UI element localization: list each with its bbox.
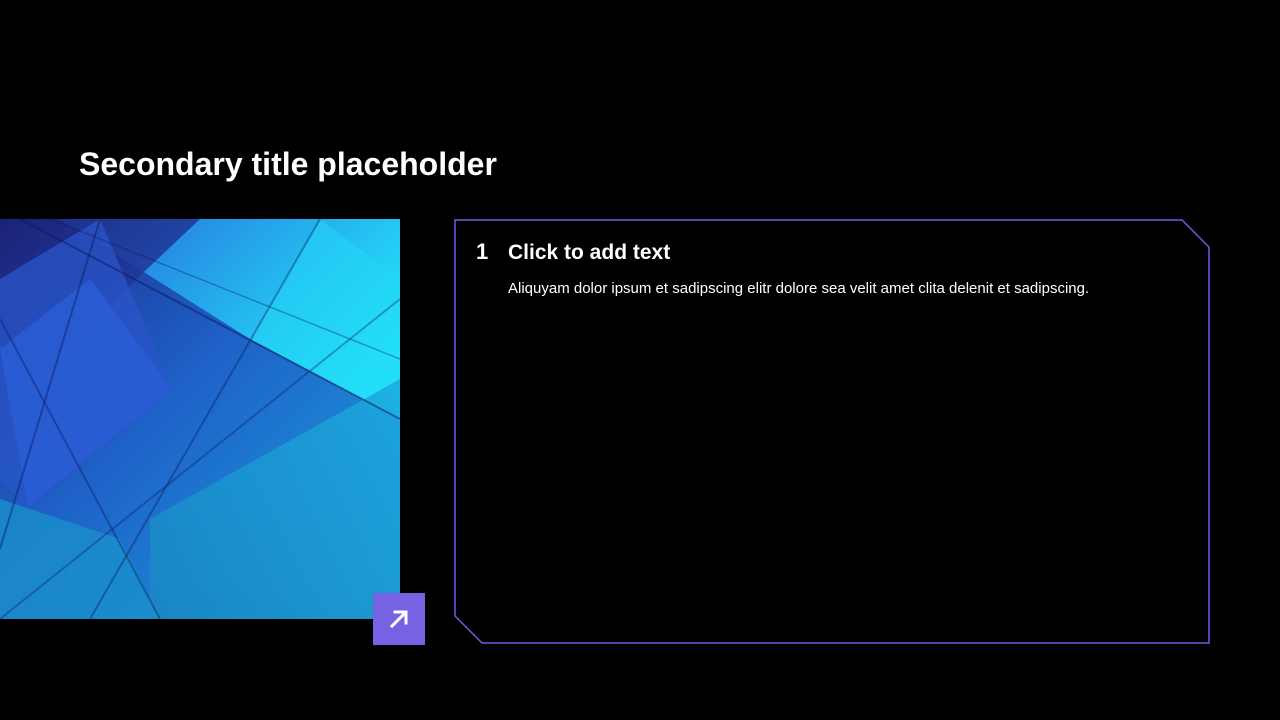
item-body-text[interactable]: Aliquyam dolor ipsum et sadipscing elitr… — [508, 280, 1089, 297]
expand-arrow-button[interactable] — [373, 593, 425, 645]
item-heading[interactable]: Click to add text — [508, 241, 670, 265]
abstract-geometric-graphic — [0, 219, 400, 619]
abstract-blue-image[interactable] — [0, 219, 400, 619]
arrow-up-right-icon — [389, 610, 408, 629]
slide-title[interactable]: Secondary title placeholder — [79, 146, 497, 183]
item-number: 1 — [476, 239, 489, 264]
slide: Secondary title placeholder 1 Click to a… — [0, 0, 1280, 720]
content-text-box[interactable]: 1 Click to add text Aliquyam dolor ipsum… — [454, 219, 1210, 644]
